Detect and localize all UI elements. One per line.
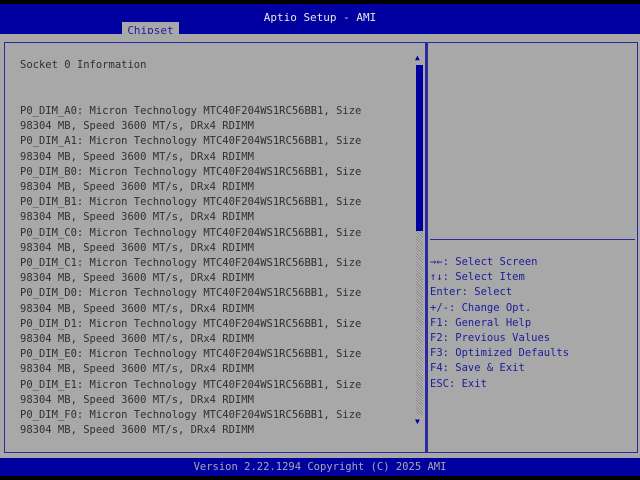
- help-divider: [430, 239, 635, 240]
- help-item: +/-: Change Opt.: [430, 301, 532, 314]
- dimm-info-line: P0_DIM_F0: Micron Technology MTC40F204WS…: [20, 409, 362, 421]
- dimm-info-line: P0_DIM_C0: Micron Technology MTC40F204WS…: [20, 226, 362, 239]
- dimm-info-line: P0_DIM_A0: Micron Technology MTC40F204WS…: [20, 105, 362, 117]
- help-item: F3: Optimized Defaults: [430, 347, 570, 360]
- help-item: Enter: Select: [430, 286, 513, 299]
- dimm-info-line: P0_DIM_E1: Micron Technology MTC40F204WS…: [20, 378, 362, 391]
- dimm-detail-line: 98304 MB, Speed 3600 MT/s, DRx4 RDIMM: [20, 241, 254, 254]
- scrollbar-thumb[interactable]: [416, 65, 423, 231]
- help-item: F2: Previous Values: [430, 332, 551, 344]
- dimm-detail-line: 98304 MB, Speed 3600 MT/s, DRx4 RDIMM: [20, 150, 254, 163]
- dimm-info-line: P0_DIM_B1: Micron Technology MTC40F204WS…: [20, 196, 362, 209]
- help-item: →←: Select Screen: [430, 256, 538, 268]
- header-bar: Aptio Setup - AMI Chipset: [0, 4, 640, 38]
- dimm-detail-line: 98304 MB, Speed 3600 MT/s, DRx4 RDIMM: [20, 333, 254, 345]
- main-panel: Socket 0 Information P0_DIM_A0: Micron T…: [4, 42, 426, 453]
- dimm-info-line: P0_DIM_D0: Micron Technology MTC40F204WS…: [20, 287, 362, 300]
- footer-copyright: Version 2.22.1294 Copyright (C) 2025 AMI: [0, 458, 640, 476]
- dimm-detail-line: 98304 MB, Speed 3600 MT/s, DRx4 RDIMM: [20, 181, 254, 193]
- dimm-detail-line: 98304 MB, Speed 3600 MT/s, DRx4 RDIMM: [20, 120, 254, 133]
- dimm-info-line: P0_DIM_C1: Micron Technology MTC40F204WS…: [20, 257, 362, 269]
- dimm-detail-line: 98304 MB, Speed 3600 MT/s, DRx4 RDIMM: [20, 363, 254, 376]
- dimm-detail-line: 98304 MB, Speed 3600 MT/s, DRx4 RDIMM: [20, 393, 254, 406]
- help-item: ESC: Exit: [430, 377, 487, 390]
- scroll-up-arrow-icon[interactable]: ▲: [415, 53, 420, 62]
- dimm-detail-line: 98304 MB, Speed 3600 MT/s, DRx4 RDIMM: [20, 211, 254, 224]
- dimm-detail-line: 98304 MB, Speed 3600 MT/s, DRx4 RDIMM: [20, 424, 254, 437]
- dimm-info-line: P0_DIM_E0: Micron Technology MTC40F204WS…: [20, 348, 362, 361]
- dimm-detail-line: 98304 MB, Speed 3600 MT/s, DRx4 RDIMM: [20, 272, 254, 285]
- help-panel: →←: Select Screen ↑↓: Select Item Enter: S…: [426, 42, 638, 453]
- scroll-down-arrow-icon[interactable]: ▼: [415, 417, 420, 426]
- section-heading: Socket 0 Information: [20, 59, 147, 71]
- dimm-info-line: P0_DIM_B0: Micron Technology MTC40F204WS…: [20, 165, 362, 178]
- dimm-detail-line: 98304 MB, Speed 3600 MT/s, DRx4 RDIMM: [20, 302, 254, 315]
- dimm-info-line: P0_DIM_A1: Micron Technology MTC40F204WS…: [20, 135, 362, 148]
- help-item: F1: General Help: [430, 316, 532, 329]
- help-item: ↑↓: Select Item: [430, 271, 525, 284]
- app-title: Aptio Setup - AMI: [263, 11, 377, 24]
- help-item: F4: Save & Exit: [430, 362, 525, 375]
- dimm-info-line: P0_DIM_D1: Micron Technology MTC40F204WS…: [20, 317, 362, 330]
- setup-body: Socket 0 Information P0_DIM_A0: Micron T…: [0, 34, 640, 458]
